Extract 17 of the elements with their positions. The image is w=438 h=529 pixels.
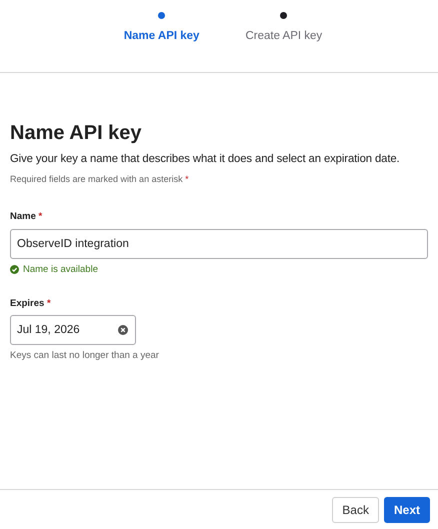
field-label: Name [10,211,36,222]
name-field[interactable]: ObserveID integration [10,228,428,259]
date-field[interactable]: Jul 19, 2026 [10,315,136,346]
page-title: Name API key [10,121,143,145]
validation-message: Name is available [23,262,98,277]
required-note: Required fields are marked with an asterisk [10,174,183,184]
required-asterisk: * [185,174,189,184]
required-asterisk: * [38,211,42,222]
clear-icon[interactable] [118,325,128,336]
back-button[interactable]: Back [332,496,379,522]
next-button[interactable]: Next [384,496,430,522]
description-text: Give your key a name that describes what it does and select an expiration date. [10,152,401,167]
step-label[interactable]: Create API key [245,28,322,46]
field-label: Expires [10,298,44,309]
required-asterisk: * [46,298,51,309]
help-text: Keys can last no longer than a year [10,349,159,364]
step-label[interactable]: Name API key [124,28,200,46]
